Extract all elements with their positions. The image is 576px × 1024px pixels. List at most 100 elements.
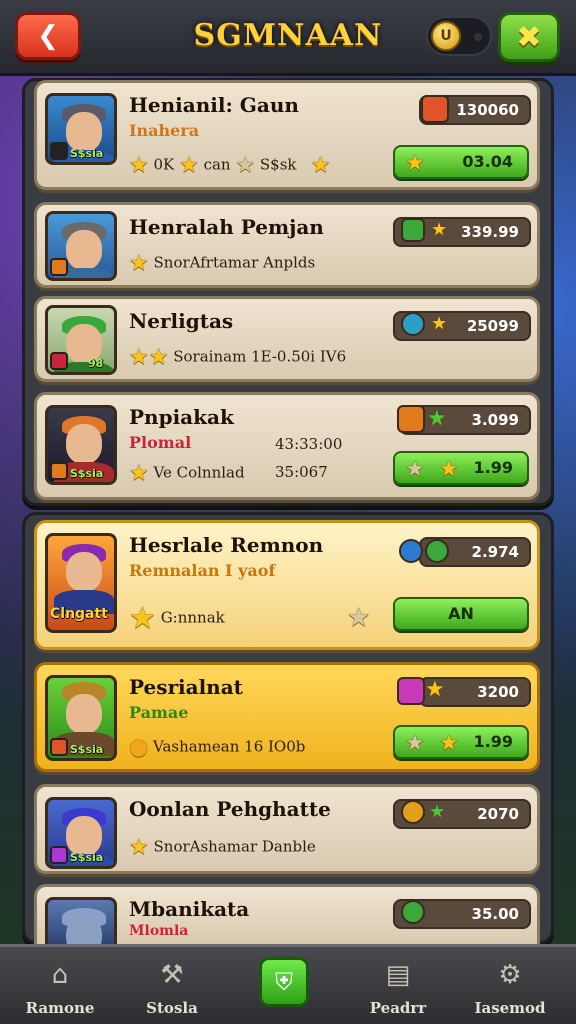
- card-info: ★ SnorAshamar Danble: [129, 835, 316, 860]
- home-icon: ⌂: [51, 960, 69, 990]
- star-icon: ★: [129, 601, 156, 636]
- list-item[interactable]: S$sia Pnpiakak Plomal 43:33:00 ★ Ve Coln…: [34, 392, 540, 500]
- avatar: Clngatt: [45, 533, 117, 633]
- nav-label: Stosla: [146, 999, 198, 1017]
- star-icon: ★: [427, 406, 447, 431]
- coin-icon: ●: [129, 735, 149, 760]
- action-value: 03.04: [462, 152, 513, 171]
- action-button[interactable]: AN: [393, 597, 529, 631]
- star-icon: ★: [429, 801, 446, 822]
- close-button[interactable]: ✖: [498, 12, 560, 62]
- info-text: Ve Colnnlad: [153, 463, 245, 482]
- card-info: ★ Ve Colnnlad: [129, 461, 245, 486]
- list-item[interactable]: Clngatt Hesrlale Remnon Remnalan I yaof …: [34, 520, 540, 650]
- action-value: 1.99: [473, 458, 513, 477]
- nav-item-tasks[interactable]: ▤ Peadrr: [348, 955, 448, 1017]
- info-text: Sorainam 1E-0.50i IV6: [173, 347, 347, 366]
- star-icon: ★: [405, 731, 425, 756]
- card-info: ● Vashamean 16 IO0b: [129, 735, 305, 760]
- card-title: Henralah Pemjan: [129, 215, 324, 239]
- action-button[interactable]: ★ ★ 1.99: [393, 725, 529, 759]
- list-item[interactable]: Henralah Pemjan ★ SnorAfrtamar Anplds 33…: [34, 202, 540, 288]
- card-subtitle: Mlomla: [129, 923, 189, 939]
- action-button[interactable]: ★ ★ 1.99: [393, 451, 529, 485]
- info-text: SnorAshamar Danble: [153, 837, 316, 856]
- badge-icon: [50, 462, 68, 480]
- orb-icon: [401, 312, 425, 336]
- chest-icon: [397, 405, 425, 433]
- timer-text: 35:067: [275, 463, 328, 481]
- close-x-icon: ✖: [516, 19, 542, 55]
- star-icon: ★: [425, 677, 445, 702]
- face: [66, 424, 102, 464]
- info-text: S$sk: [259, 155, 297, 174]
- avatar-tag: S$sia: [70, 467, 104, 480]
- coin-counter[interactable]: U: [426, 16, 492, 56]
- list-item[interactable]: 98 Nerligtas ★★ Sorainam 1E-0.50i IV6 25…: [34, 296, 540, 382]
- list-item[interactable]: Mbanikata Mlomla 35.00: [34, 884, 540, 951]
- avatar-tag: S$sia: [70, 147, 104, 160]
- bottom-nav: ⌂ Ramone ⚒ Stosla ⛨ ▤ Peadrr ⚙ Iasemod: [0, 944, 576, 1024]
- star-icon: ★: [439, 731, 459, 756]
- star-icon: ★: [129, 345, 149, 370]
- value-text: 339.99: [461, 223, 519, 241]
- clipboard-icon: ▤: [385, 960, 411, 990]
- value-text: 35.00: [471, 905, 519, 923]
- shield-gem-icon: [397, 677, 425, 705]
- avatar: S$sia: [45, 405, 117, 485]
- action-button[interactable]: ★ 03.04: [393, 145, 529, 179]
- gem-icon: [401, 218, 425, 242]
- list-item[interactable]: S$sia Pesrialnat Pamae ● Vashamean 16 IO…: [34, 662, 540, 772]
- star-icon: ★: [235, 153, 256, 178]
- card-subtitle: Plomal: [129, 433, 192, 452]
- star-icon: ★: [129, 251, 149, 276]
- star-icon: ★: [129, 835, 149, 860]
- value-text: 2.974: [471, 543, 519, 561]
- page-title: SGMNAAN: [193, 18, 383, 53]
- badge-icon: [50, 738, 68, 756]
- star-icon: ★: [431, 219, 448, 240]
- card-info: ★ 0K ★ can ★ S$sk ★: [129, 153, 331, 178]
- gem-icon: [421, 95, 449, 123]
- dot: [474, 33, 482, 41]
- info-text: can: [203, 155, 231, 174]
- face: [66, 552, 102, 592]
- avatar: [45, 897, 117, 951]
- star-icon: ★: [148, 345, 169, 370]
- star-icon: ★: [179, 153, 199, 178]
- back-button[interactable]: ❮: [15, 12, 81, 60]
- face: [66, 816, 102, 856]
- action-value: 1.99: [473, 732, 513, 751]
- face: [66, 112, 102, 152]
- avatar-tag: S$sia: [70, 743, 104, 756]
- tools-icon: ⚒: [160, 960, 184, 990]
- card-title: Hesrlale Remnon: [129, 533, 324, 557]
- gem-icon: [401, 900, 425, 924]
- star-icon: ★: [431, 313, 448, 334]
- nav-item-settings[interactable]: ⚙ Iasemod: [460, 955, 560, 1017]
- star-icon: ★: [347, 603, 371, 633]
- card-info: ★★ Sorainam 1E-0.50i IV6: [129, 345, 346, 370]
- avatar: S$sia: [45, 797, 117, 869]
- star-icon: ★: [439, 457, 459, 482]
- star-icon: ★: [405, 457, 425, 482]
- badge-icon: [50, 846, 68, 864]
- card-info: ★ G:nnnak: [129, 601, 225, 636]
- list-item[interactable]: S$sia Oonlan Pehghatte ★ SnorAshamar Dan…: [34, 784, 540, 874]
- face: [66, 230, 102, 270]
- nav-item-tools[interactable]: ⚒ Stosla: [122, 955, 222, 1017]
- shield-icon: ⛨: [275, 968, 293, 996]
- avatar: S$sia: [45, 675, 117, 761]
- avatar: S$sia: [45, 93, 117, 165]
- gem-icon: [425, 539, 449, 563]
- card-subtitle: Inahera: [129, 121, 200, 140]
- avatar-tag: Clngatt: [50, 606, 108, 622]
- star-icon: ★: [405, 151, 425, 176]
- nav-item-home[interactable]: ⌂ Ramone: [10, 955, 110, 1017]
- gem-icon: [399, 539, 423, 563]
- card-title: Pnpiakak: [129, 405, 234, 429]
- nav-item-shield[interactable]: ⛨: [259, 957, 309, 1007]
- list-item[interactable]: S$sia Henianil: Gaun Inahera ★ 0K ★ can …: [34, 80, 540, 190]
- info-text: 0K: [153, 155, 175, 174]
- badge-icon: [50, 142, 68, 160]
